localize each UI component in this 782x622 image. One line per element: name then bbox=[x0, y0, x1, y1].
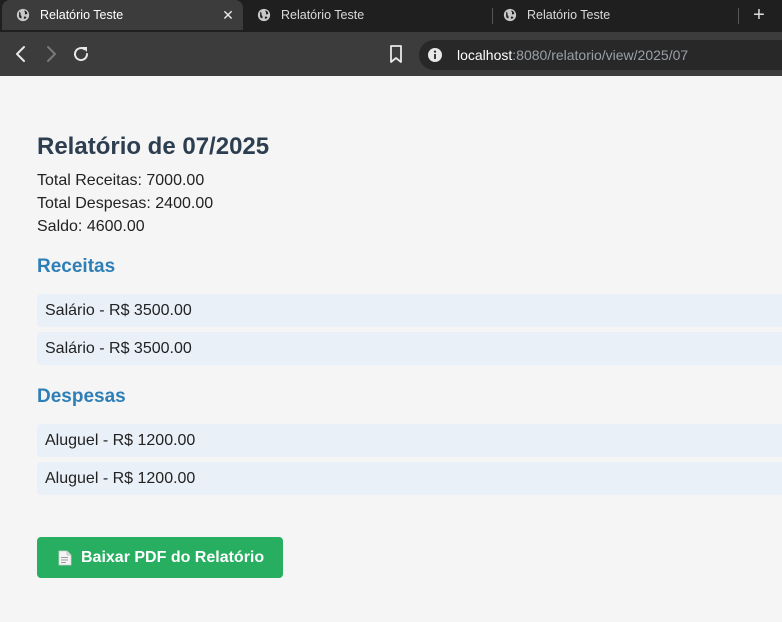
tab-title: Relatório Teste bbox=[281, 8, 365, 22]
reload-icon[interactable] bbox=[71, 44, 91, 64]
url-text: localhost:8080/relatorio/view/2025/07 bbox=[457, 47, 688, 63]
saldo: Saldo: 4600.00 bbox=[37, 218, 145, 235]
browser-tab-2[interactable]: Relatório Teste bbox=[243, 0, 489, 30]
list-item: Salário - R$ 3500.00 bbox=[37, 332, 782, 365]
tab-title: Relatório Teste bbox=[40, 8, 124, 22]
address-bar[interactable]: localhost:8080/relatorio/view/2025/07 bbox=[419, 40, 782, 70]
info-icon[interactable] bbox=[427, 47, 443, 63]
download-pdf-label: Baixar PDF do Relatório bbox=[81, 548, 265, 566]
document-icon bbox=[58, 550, 72, 565]
receitas-heading: Receitas bbox=[37, 256, 116, 277]
tab-title: Relatório Teste bbox=[527, 8, 611, 22]
back-arrow-icon[interactable] bbox=[11, 44, 31, 64]
browser-tab-1[interactable]: Relatório Teste ✕ bbox=[2, 0, 243, 30]
forward-arrow-icon[interactable] bbox=[41, 44, 61, 64]
browser-tab-3[interactable]: Relatório Teste bbox=[489, 0, 719, 30]
list-item: Aluguel - R$ 1200.00 bbox=[37, 462, 782, 495]
tab-separator bbox=[738, 8, 739, 24]
list-item: Aluguel - R$ 1200.00 bbox=[37, 424, 782, 457]
close-icon[interactable]: ✕ bbox=[221, 8, 235, 22]
url-host: localhost bbox=[457, 47, 513, 63]
total-despesas: Total Despesas: 2400.00 bbox=[37, 195, 214, 212]
browser-toolbar: localhost:8080/relatorio/view/2025/07 bbox=[0, 32, 782, 76]
globe-icon bbox=[257, 8, 271, 22]
globe-icon bbox=[16, 8, 30, 22]
url-path: :8080/relatorio/view/2025/07 bbox=[512, 47, 689, 63]
browser-tab-strip: Relatório Teste ✕ Relatório Teste Relató… bbox=[0, 0, 782, 32]
despesas-heading: Despesas bbox=[37, 386, 126, 407]
download-pdf-button[interactable]: Baixar PDF do Relatório bbox=[37, 537, 283, 578]
page-title: Relatório de 07/2025 bbox=[37, 133, 270, 160]
bookmark-icon[interactable] bbox=[386, 44, 406, 64]
list-item: Salário - R$ 3500.00 bbox=[37, 294, 782, 327]
globe-icon bbox=[503, 8, 517, 22]
plus-icon[interactable]: + bbox=[750, 5, 768, 25]
total-receitas: Total Receitas: 7000.00 bbox=[37, 172, 205, 189]
page-content: Relatório de 07/2025 Total Receitas: 700… bbox=[0, 76, 782, 622]
